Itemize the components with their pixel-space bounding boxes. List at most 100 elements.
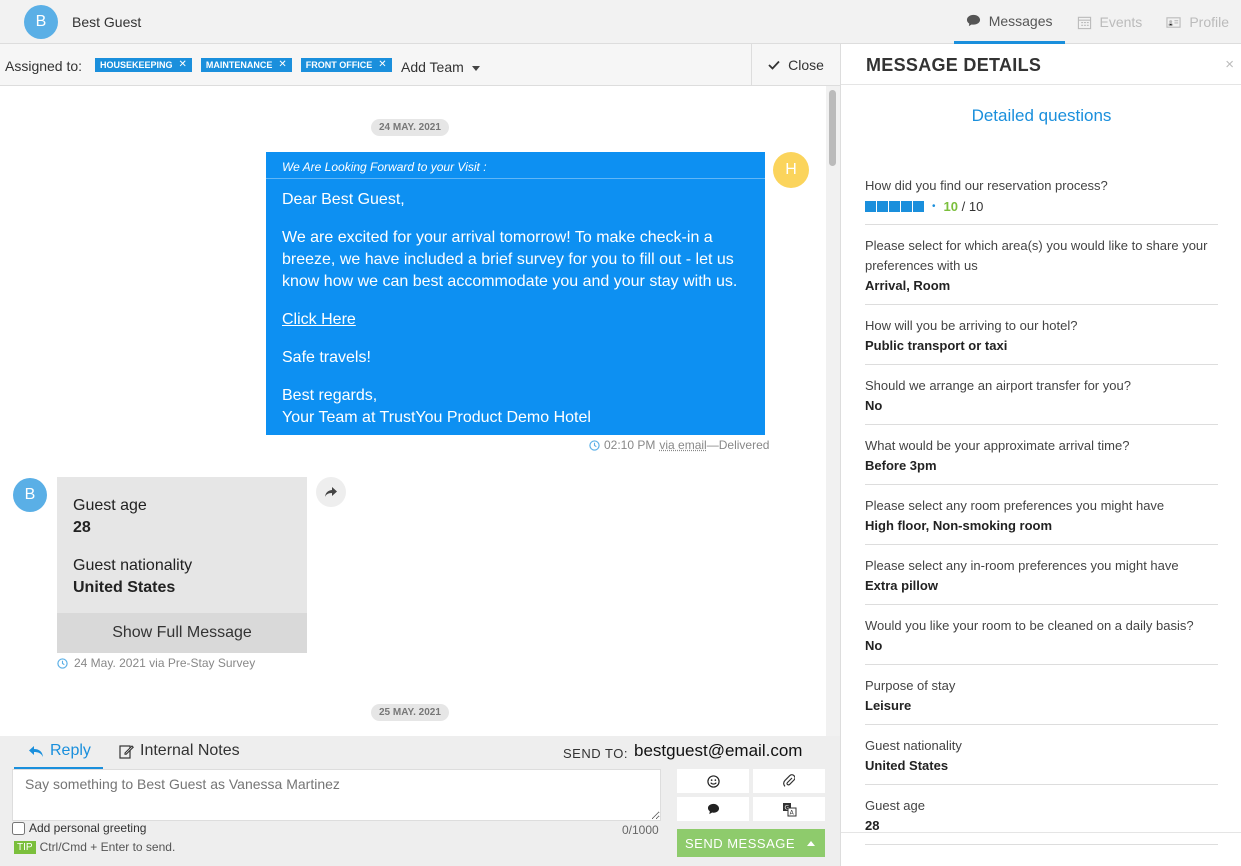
translate-button[interactable]: GA xyxy=(753,797,825,821)
qa-item: Please select any room preferences you m… xyxy=(865,496,1218,545)
send-to-email[interactable]: bestguest@email.com xyxy=(634,741,802,761)
qa-answer: No xyxy=(865,638,883,653)
outgoing-message: We Are Looking Forward to your Visit : D… xyxy=(266,152,765,435)
field-label: Guest nationality xyxy=(73,557,193,574)
qa-answer: Leisure xyxy=(865,698,912,713)
survey-link[interactable]: Click Here xyxy=(282,311,356,328)
date-separator: 24 MAY. 2021 xyxy=(371,119,449,136)
personal-greeting-option[interactable]: Add personal greeting xyxy=(12,821,146,835)
emoji-button[interactable] xyxy=(677,769,749,793)
guest-name: Best Guest xyxy=(72,14,142,30)
send-to-label: SEND TO: xyxy=(563,746,628,761)
tab-messages[interactable]: Messages xyxy=(953,0,1065,44)
chat-bubble-icon xyxy=(966,14,980,27)
qa-question: What would be your approximate arrival t… xyxy=(865,438,1130,453)
message-signoff: Best regards, xyxy=(282,387,378,404)
team-tag-label: FRONT OFFICE xyxy=(305,60,373,70)
qa-answer: Public transport or taxi xyxy=(865,338,1008,353)
message-status: —Delivered xyxy=(706,438,770,452)
add-team-dropdown[interactable]: Add Team xyxy=(401,59,480,75)
rating-unit xyxy=(901,200,912,212)
field-value: 28 xyxy=(73,519,91,536)
send-message-button[interactable]: SEND MESSAGE xyxy=(677,829,825,857)
caret-up-icon xyxy=(807,840,815,846)
qa-list: How did you find our reservation process… xyxy=(865,176,1218,856)
forward-button[interactable] xyxy=(316,477,346,507)
qa-question: Please select any room preferences you m… xyxy=(865,498,1165,513)
internal-notes-label: Internal Notes xyxy=(140,742,240,759)
qa-item: How did you find our reservation process… xyxy=(865,176,1218,225)
checkmark-icon xyxy=(768,60,780,70)
tab-events[interactable]: Events xyxy=(1065,0,1155,44)
qa-answer: Before 3pm xyxy=(865,458,937,473)
assigned-to-label: Assigned to: xyxy=(5,58,83,74)
remove-tag-icon[interactable]: ✕ xyxy=(278,58,286,72)
message-greeting: Dear Best Guest, xyxy=(282,191,405,208)
guest-avatar-initial: B xyxy=(35,13,47,30)
guest-message-avatar-initial: B xyxy=(24,486,36,503)
date-separator: 25 MAY. 2021 xyxy=(371,704,449,721)
message-channel: via email xyxy=(659,438,707,452)
attach-button[interactable] xyxy=(753,769,825,793)
tab-profile[interactable]: Profile xyxy=(1154,0,1241,44)
send-options-toggle[interactable] xyxy=(797,829,825,857)
send-message-label: SEND MESSAGE xyxy=(685,835,796,851)
show-full-message-button[interactable]: Show Full Message xyxy=(57,613,307,653)
message-details-header: MESSAGE DETAILS × xyxy=(841,44,1241,85)
comment-icon xyxy=(707,803,719,815)
scrollbar-thumb[interactable] xyxy=(829,90,836,166)
rating-unit xyxy=(889,200,900,212)
qa-question: Would you like your room to be cleaned o… xyxy=(865,618,1194,633)
tab-profile-label: Profile xyxy=(1189,14,1229,30)
quick-reply-button[interactable] xyxy=(677,797,749,821)
qa-question: Guest nationality xyxy=(865,738,962,753)
message-signature: Your Team at TrustYou Product Demo Hotel xyxy=(282,409,591,426)
close-conversation-button[interactable]: Close xyxy=(751,44,840,86)
share-arrow-icon xyxy=(325,487,337,497)
message-input[interactable] xyxy=(12,769,661,821)
tab-reply[interactable]: Reply xyxy=(28,742,91,760)
incoming-message-body: Guest age 28 Guest nationality United St… xyxy=(57,477,307,599)
qa-question: Please select any in-room preferences yo… xyxy=(865,558,1179,573)
rating-separator: • xyxy=(932,200,936,212)
thread-scrollbar[interactable] xyxy=(826,86,840,736)
qa-item: Guest nationality United States xyxy=(865,736,1218,785)
edit-icon xyxy=(119,744,134,759)
rating-answer: • 10 / 10 xyxy=(865,196,1218,216)
personal-greeting-checkbox[interactable] xyxy=(12,821,25,835)
hotel-avatar: H xyxy=(773,152,809,188)
field-label: Guest age xyxy=(73,497,147,514)
paperclip-icon xyxy=(783,774,795,787)
incoming-message-meta: 24 May. 2021 via Pre-Stay Survey xyxy=(57,656,255,670)
qa-question: How will you be arriving to our hotel? xyxy=(865,318,1078,333)
view-tabs: Messages Events Profile xyxy=(953,0,1241,44)
conversation-thread[interactable]: 24 MAY. 2021 We Are Looking Forward to y… xyxy=(0,86,826,736)
close-icon[interactable]: × xyxy=(1225,56,1234,73)
rating-unit xyxy=(913,200,924,212)
clock-icon xyxy=(57,657,68,669)
team-tags: HOUSEKEEPING ✕ MAINTENANCE ✕ FRONT OFFICE ✕ xyxy=(95,58,392,72)
close-label: Close xyxy=(788,57,824,73)
message-body: Dear Best Guest, We are excited for your… xyxy=(266,179,765,429)
message-time: 02:10 PM xyxy=(604,438,656,452)
personal-greeting-label: Add personal greeting xyxy=(29,821,147,835)
message-details-panel: MESSAGE DETAILS × Detailed questions How… xyxy=(840,44,1241,866)
reply-icon xyxy=(29,745,43,757)
qa-question: Should we arrange an airport transfer fo… xyxy=(865,378,1131,393)
message-meta: 02:10 PM via email —Delivered xyxy=(589,438,769,452)
tip-text: Ctrl/Cmd + Enter to send. xyxy=(39,840,176,854)
message-subject: We Are Looking Forward to your Visit : xyxy=(266,152,765,179)
remove-tag-icon[interactable]: ✕ xyxy=(378,58,386,72)
id-card-icon xyxy=(1166,16,1181,28)
message-closing: Safe travels! xyxy=(282,349,371,366)
team-tag-label: MAINTENANCE xyxy=(205,60,273,70)
qa-answer: No xyxy=(865,398,883,413)
remove-tag-icon[interactable]: ✕ xyxy=(179,58,187,72)
qa-item: Would you like your room to be cleaned o… xyxy=(865,616,1218,665)
tab-internal-notes[interactable]: Internal Notes xyxy=(119,742,240,760)
message-details-title: MESSAGE DETAILS xyxy=(866,55,1042,75)
incoming-message-meta-text: 24 May. 2021 via Pre-Stay Survey xyxy=(74,656,256,670)
qa-answer: Extra pillow xyxy=(865,578,938,593)
qa-answer: United States xyxy=(865,758,949,773)
rating-unit xyxy=(877,200,888,212)
